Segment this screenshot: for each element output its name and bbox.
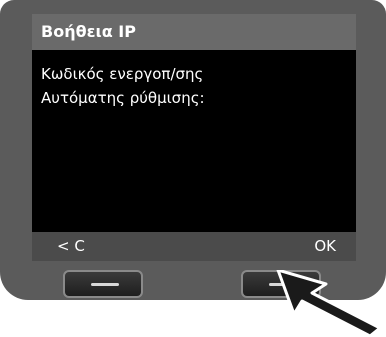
minus-icon	[91, 283, 119, 286]
screen-content: Κωδικός ενεργοπ/σης Αυτόματης ρύθμισης:	[41, 62, 205, 110]
phone-body: Βοήθεια IP Κωδικός ενεργοπ/σης Αυτόματης…	[0, 0, 386, 300]
display-screen: Βοήθεια IP Κωδικός ενεργοπ/σης Αυτόματης…	[32, 14, 356, 261]
arrow-pointer-icon	[276, 270, 382, 337]
left-softkey-button[interactable]	[63, 270, 143, 298]
activation-code-label: Κωδικός ενεργοπ/σης	[41, 65, 204, 83]
screen-title: Βοήθεια IP	[32, 14, 356, 50]
softkey-left-label[interactable]: < C	[57, 232, 85, 261]
auto-config-label: Αυτόματης ρύθμισης:	[41, 89, 205, 107]
softkey-bar: < C OK	[32, 232, 356, 261]
softkey-right-label[interactable]: OK	[314, 232, 336, 261]
